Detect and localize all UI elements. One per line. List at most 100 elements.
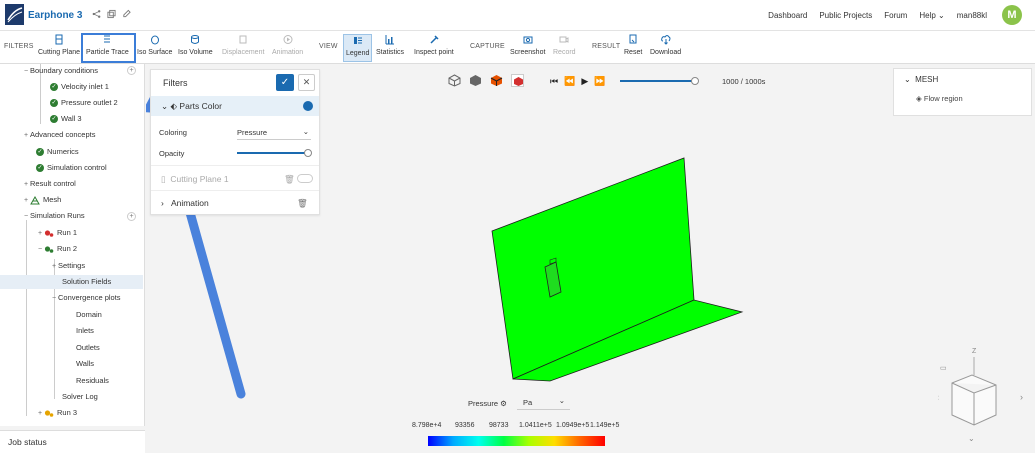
view-cube-icon[interactable]: [448, 74, 461, 87]
settings-icon[interactable]: ⚙: [500, 399, 507, 408]
tree-pressure-outlet[interactable]: ✓ Pressure outlet 2: [50, 96, 118, 110]
inspect-point-button[interactable]: Inspect point: [412, 34, 456, 62]
record-button[interactable]: Record: [551, 34, 578, 62]
screenshot-button[interactable]: Screenshot: [508, 34, 547, 62]
legend-tick: 93356: [455, 422, 475, 429]
nav-help[interactable]: Help ⌄: [919, 11, 944, 20]
simulation-tree: − Boundary conditions + ✓ Velocity inlet 1…: [0, 64, 145, 426]
tree-simulation-runs[interactable]: − Simulation Runs: [22, 209, 85, 223]
statistics-button[interactable]: Statistics: [374, 34, 406, 62]
orientation-cube[interactable]: Z ▭ ‹ › ⌄: [938, 345, 1033, 445]
gears-orange-icon: [44, 409, 54, 418]
tree-velocity-inlet[interactable]: ✓ Velocity inlet 1: [50, 80, 109, 94]
iso-surface-button[interactable]: Iso Surface: [135, 34, 174, 62]
tree-solution-fields[interactable]: Solution Fields: [0, 275, 143, 289]
avatar[interactable]: M: [1002, 5, 1022, 25]
project-title[interactable]: Earphone 3: [28, 10, 82, 21]
edit-icon[interactable]: [122, 9, 131, 19]
tree-run-2[interactable]: − Run 2: [36, 242, 77, 256]
z-axis-label: Z: [972, 348, 977, 355]
nav-username[interactable]: man88kl: [957, 11, 987, 20]
tree-settings[interactable]: + Settings: [50, 259, 85, 273]
animation-filter[interactable]: › Animation: [161, 198, 209, 208]
time-slider-handle[interactable]: [691, 77, 699, 85]
opacity-slider-handle[interactable]: [304, 149, 312, 157]
mesh-panel: ⌄ MESH ◈ Flow region: [893, 68, 1032, 116]
share-icon[interactable]: [92, 9, 101, 19]
job-status-bar[interactable]: Job status: [0, 430, 145, 453]
tree-residuals[interactable]: Residuals: [76, 374, 109, 388]
legend-colorbar: [428, 436, 605, 446]
view-group-label: VIEW: [319, 43, 338, 50]
play-icon[interactable]: ▶: [581, 76, 588, 87]
iso-surface-icon: [150, 34, 160, 45]
nav-forum[interactable]: Forum: [884, 11, 907, 20]
step-forward-icon[interactable]: ⏩: [594, 76, 605, 87]
result-group-label: RESULT: [592, 43, 621, 50]
rotate-left-icon[interactable]: ‹: [938, 392, 939, 402]
time-slider[interactable]: [620, 80, 697, 82]
tree-outlets[interactable]: Outlets: [76, 341, 100, 355]
rotate-right-icon[interactable]: ›: [1020, 392, 1023, 402]
chevron-down-icon: ⌄: [904, 75, 911, 84]
coloring-select[interactable]: Pressure ⌄: [237, 127, 311, 140]
download-button[interactable]: Download: [648, 34, 683, 62]
pipette-icon: [429, 34, 439, 45]
filters-group-label: FILTERS: [4, 43, 34, 50]
copy-icon[interactable]: [107, 9, 116, 19]
nav-public-projects[interactable]: Public Projects: [819, 11, 872, 20]
tree-run-3[interactable]: + Run 3: [36, 406, 77, 420]
tree-convergence-plots[interactable]: − Convergence plots: [50, 291, 121, 305]
camera-icon[interactable]: ▭: [940, 365, 947, 372]
chevron-right-icon: ›: [161, 198, 164, 208]
opacity-slider[interactable]: [237, 152, 309, 154]
app-logo[interactable]: [5, 4, 24, 25]
close-icon: ✕: [302, 77, 311, 87]
reset-button[interactable]: Reset: [622, 34, 644, 62]
mesh-item-flow-region[interactable]: ◈ Flow region: [916, 94, 963, 103]
add-boundary-condition-button[interactable]: +: [127, 66, 136, 75]
tree-run-1[interactable]: + Run 1: [36, 226, 77, 240]
tree-result-control[interactable]: + Result control: [22, 177, 76, 191]
confirm-button[interactable]: ✓: [276, 74, 294, 91]
post-processing-toolbar: FILTERS Cutting Plane Particle Trace Iso…: [0, 31, 1035, 64]
parts-color-toggle[interactable]: [303, 101, 313, 111]
mesh-cube-icon[interactable]: [490, 74, 503, 87]
close-button[interactable]: ✕: [298, 74, 315, 91]
cutting-plane-filter[interactable]: ▯ Cutting Plane 1: [161, 174, 229, 185]
cube-icon: ◈: [916, 94, 922, 103]
delete-icon[interactable]: 🗑: [284, 174, 295, 185]
step-back-icon[interactable]: ⏪: [564, 76, 575, 87]
cube-selected-icon[interactable]: [511, 74, 524, 87]
check-icon: ✓: [280, 77, 290, 88]
tree-inlets[interactable]: Inlets: [76, 324, 94, 338]
cutting-plane-toggle[interactable]: [297, 174, 313, 183]
solid-cube-icon[interactable]: [469, 74, 482, 87]
tree-domain[interactable]: Domain: [76, 308, 102, 322]
legend-unit-select[interactable]: Pa ⌄: [517, 394, 570, 410]
rotate-down-icon[interactable]: ⌄: [968, 434, 975, 443]
check-icon: ✓: [50, 83, 58, 92]
tree-wall[interactable]: ✓ Wall 3: [50, 112, 82, 126]
animation-button[interactable]: Animation: [270, 34, 305, 62]
mesh-panel-header[interactable]: ⌄ MESH: [904, 75, 938, 84]
add-simulation-run-button[interactable]: +: [127, 212, 136, 221]
tree-simulation-control[interactable]: ✓ Simulation control: [36, 161, 107, 175]
tree-mesh[interactable]: + Mesh: [22, 193, 61, 207]
iso-volume-icon: [190, 34, 200, 45]
legend-tick: 98733: [489, 422, 509, 429]
tree-solver-log[interactable]: Solver Log: [62, 390, 98, 404]
tree-advanced-concepts[interactable]: + Advanced concepts: [22, 128, 96, 142]
skip-back-icon[interactable]: ⏮: [550, 76, 558, 87]
tree-boundary-conditions[interactable]: − Boundary conditions: [22, 64, 98, 78]
tree-numerics[interactable]: ✓ Numerics: [36, 145, 79, 159]
tree-walls[interactable]: Walls: [76, 357, 94, 371]
opacity-label: Opacity: [159, 149, 185, 158]
nav-dashboard[interactable]: Dashboard: [768, 11, 807, 20]
parts-color-section[interactable]: ⌄ ⬖ Parts Color: [151, 96, 319, 116]
legend-button[interactable]: Legend: [343, 34, 373, 62]
iso-volume-button[interactable]: Iso Volume: [176, 34, 215, 62]
cutting-plane-button[interactable]: Cutting Plane: [36, 34, 82, 62]
delete-icon[interactable]: 🗑: [297, 198, 308, 209]
displacement-button[interactable]: Displacement: [220, 34, 266, 62]
